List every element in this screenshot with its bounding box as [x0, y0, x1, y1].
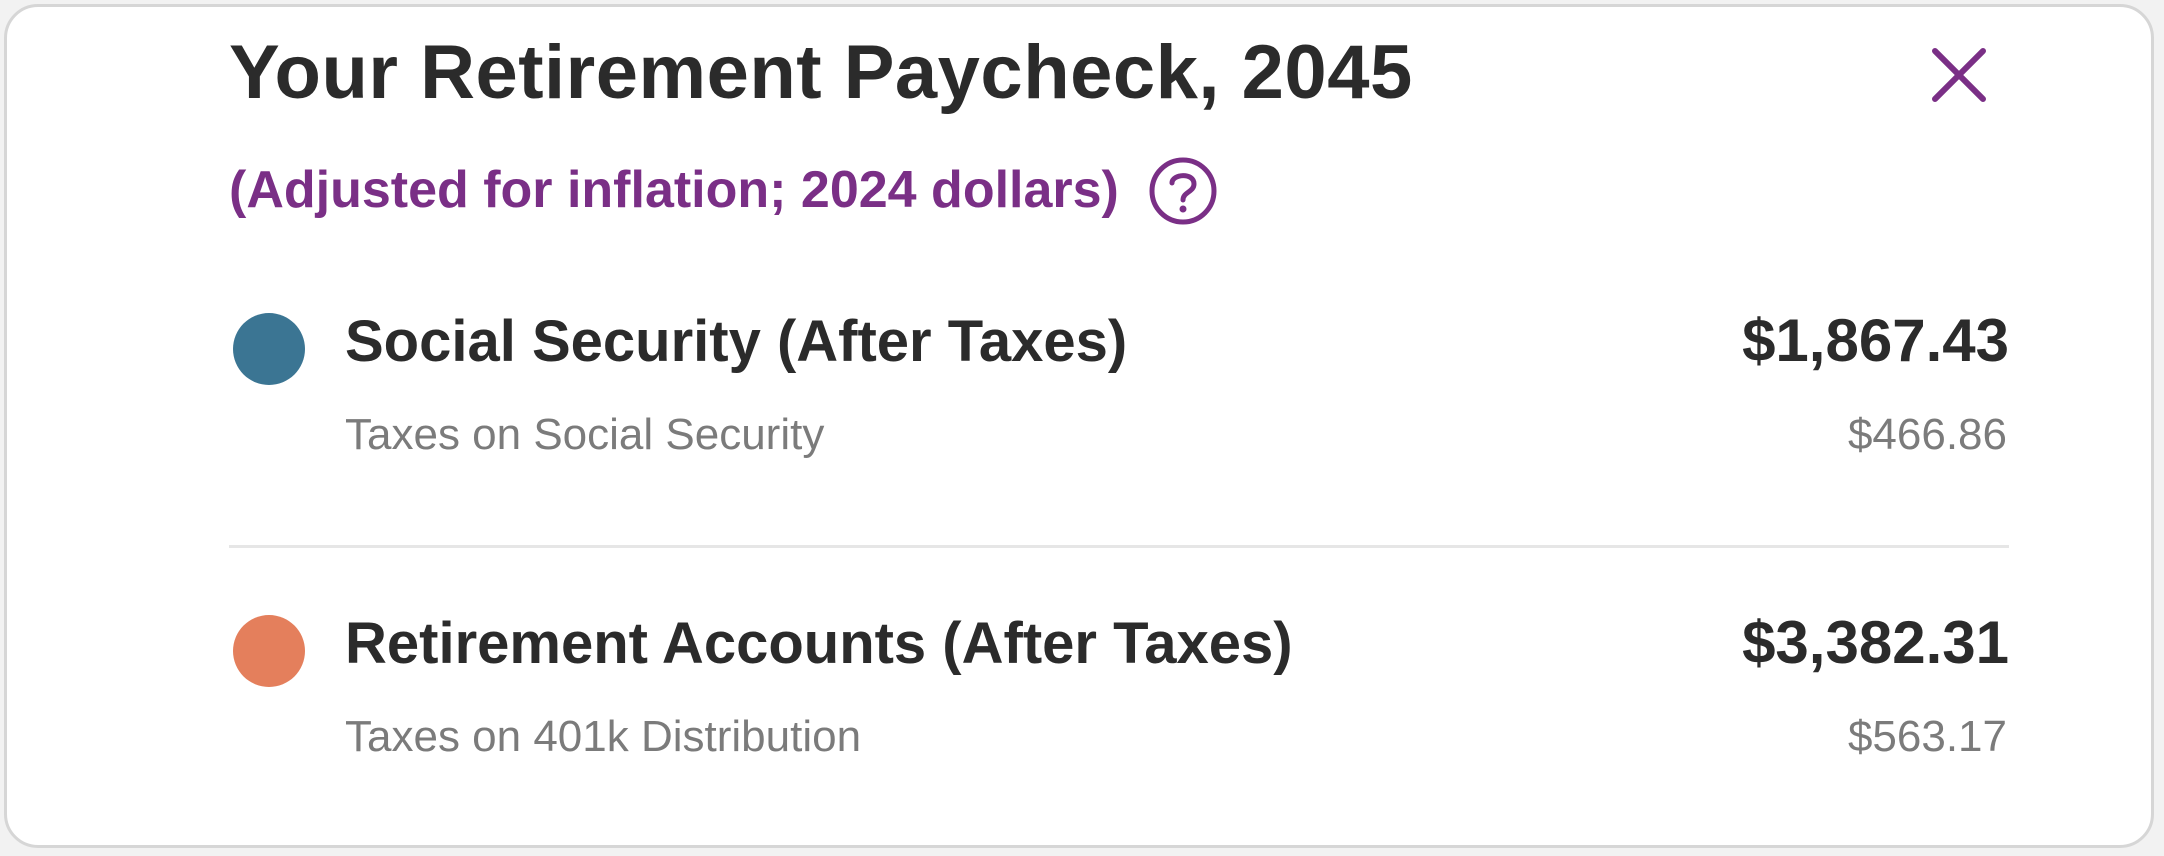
retirement-accounts-tax-label: Taxes on 401k Distribution [345, 712, 862, 761]
question-circle-icon [1149, 157, 1217, 225]
retirement-accounts-amount: $3,382.31 [1742, 609, 2009, 676]
retirement-paycheck-card: Your Retirement Paycheck, 2045 (Adjusted… [4, 4, 2154, 848]
subtitle-row: (Adjusted for inflation; 2024 dollars) [229, 155, 1219, 227]
retirement-accounts-tax-amount: $563.17 [1847, 712, 2007, 761]
social-security-tax-label: Taxes on Social Security [345, 410, 825, 459]
list-item-social-security: Social Security (After Taxes) $1,867.43 … [229, 307, 2009, 493]
social-security-amount: $1,867.43 [1742, 307, 2009, 374]
inflation-note: (Adjusted for inflation; 2024 dollars) [229, 161, 1119, 220]
page-title: Your Retirement Paycheck, 2045 [229, 30, 1413, 115]
retirement-accounts-label: Retirement Accounts (After Taxes) [345, 611, 1293, 676]
close-x-icon [1932, 48, 1986, 102]
divider [229, 545, 2009, 548]
social-security-label: Social Security (After Taxes) [345, 309, 1128, 374]
list-item-retirement-accounts: Retirement Accounts (After Taxes) $3,382… [229, 609, 2009, 795]
social-security-legend-dot [233, 313, 305, 385]
close-button[interactable] [1929, 45, 1989, 105]
divider [229, 845, 2009, 848]
social-security-tax-amount: $466.86 [1847, 410, 2007, 459]
retirement-accounts-legend-dot [233, 615, 305, 687]
help-button[interactable] [1147, 155, 1219, 227]
